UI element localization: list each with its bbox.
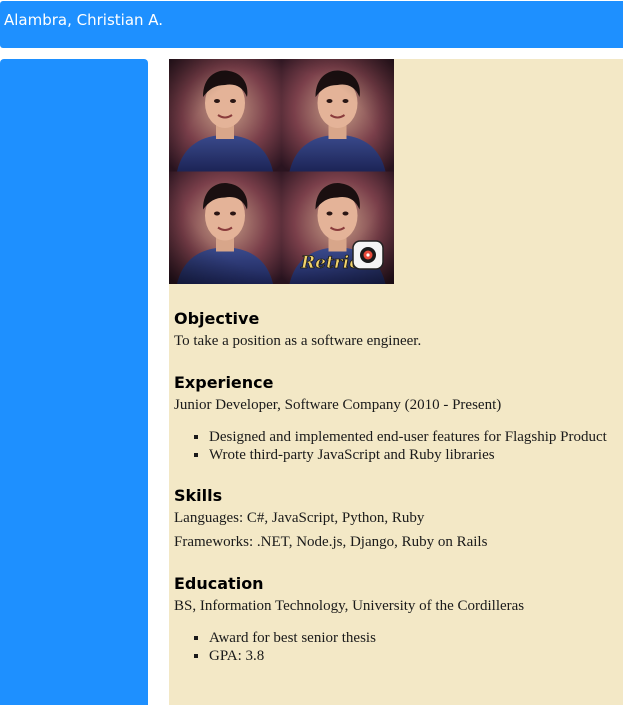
skills-frameworks: Frameworks: .NET, Node.js, Django, Ruby … [174,534,488,550]
list-item: Wrote third-party JavaScript and Ruby li… [209,446,623,464]
objective-section: Objective To take a position as a softwa… [174,307,623,351]
list-item: Designed and implemented end-user featur… [209,428,623,446]
experience-role: Junior Developer, Software Company (2010… [174,397,502,413]
header-name: Alambra, Christian A. [4,11,164,29]
skills-section: Skills Languages: C#, JavaScript, Python… [174,484,623,552]
list-item: Award for best senior thesis [209,629,623,647]
resume-content: Objective To take a position as a softwa… [174,307,623,665]
profile-photo: Retrica [169,59,394,284]
objective-text: To take a position as a software enginee… [174,333,422,349]
experience-heading: Experience [174,373,274,392]
education-heading: Education [174,574,264,593]
education-degree: BS, Information Technology, University o… [174,598,525,614]
header-bar: Alambra, Christian A. [0,1,623,48]
education-section: Education BS, Information Technology, Un… [174,572,623,665]
objective-heading: Objective [174,309,260,328]
experience-list: Designed and implemented end-user featur… [174,428,623,464]
education-list: Award for best senior thesis GPA: 3.8 [174,629,623,665]
experience-section: Experience Junior Developer, Software Co… [174,371,623,464]
resume-panel: Retrica Objective To take a position as … [169,59,623,705]
sidebar [0,59,148,705]
skills-languages: Languages: C#, JavaScript, Python, Ruby [174,510,425,526]
skills-heading: Skills [174,486,223,505]
list-item: GPA: 3.8 [209,647,623,665]
